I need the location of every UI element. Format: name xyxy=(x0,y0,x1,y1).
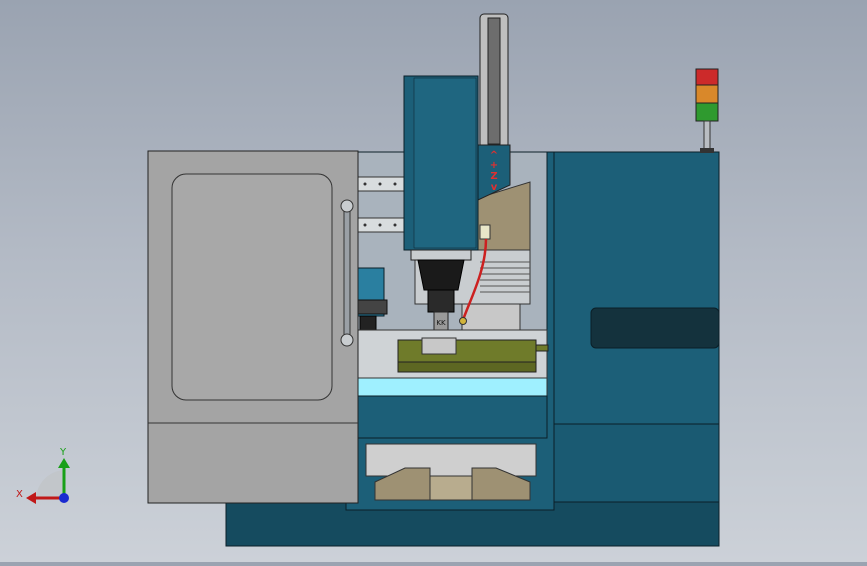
tool-changer-clamp xyxy=(356,299,388,315)
column-lower-block xyxy=(461,303,521,331)
z-label-char-2: Z xyxy=(490,171,497,182)
coolant-nozzle xyxy=(459,317,467,325)
foot-bridge xyxy=(429,475,473,501)
z-axis-label: ^ + Z v xyxy=(490,150,498,193)
z-axis-motor-inner xyxy=(487,17,501,145)
signal-light-green xyxy=(695,102,719,122)
spindle-nose xyxy=(417,259,465,291)
sliding-door-window xyxy=(171,173,333,401)
cnc-machine-model[interactable]: ^ + Z v KK X Y xyxy=(0,0,867,562)
vise-base xyxy=(397,361,537,373)
triad-x-arrow-icon xyxy=(26,492,36,504)
tool-changer-part xyxy=(359,315,377,331)
spindle-collar xyxy=(410,249,472,261)
signal-tower-base xyxy=(700,148,714,153)
signal-tower-pole xyxy=(703,120,711,150)
enclosure-right-panel xyxy=(547,151,720,425)
coolant-fitting xyxy=(479,224,491,240)
chip-tray xyxy=(365,443,537,477)
vise-jaw-fixed xyxy=(421,337,457,355)
signal-light-amber xyxy=(695,84,719,104)
enclosure-right-lower xyxy=(547,423,720,503)
axis-triad: X Y xyxy=(16,447,70,504)
table-bed xyxy=(356,377,548,397)
z-label-char-3: v xyxy=(491,182,498,193)
spindle-head-face xyxy=(413,77,477,249)
saddle xyxy=(356,395,548,439)
enclosure-handle-slot[interactable] xyxy=(590,307,720,349)
cad-viewport[interactable]: ^ + Z v KK X Y xyxy=(0,0,867,562)
triad-y-arrow-icon xyxy=(58,458,70,468)
tool-holder xyxy=(427,289,455,313)
triad-z-axis-icon xyxy=(59,493,69,503)
triad-x-label: X xyxy=(16,489,23,500)
triad-plane xyxy=(36,470,64,498)
signal-light-red xyxy=(695,68,719,86)
vise-screw xyxy=(535,344,549,352)
z-label-char-1: + xyxy=(490,160,498,171)
tool-mark: KK xyxy=(436,319,446,327)
triad-y-label: Y xyxy=(59,447,67,458)
signal-tower xyxy=(695,68,719,153)
